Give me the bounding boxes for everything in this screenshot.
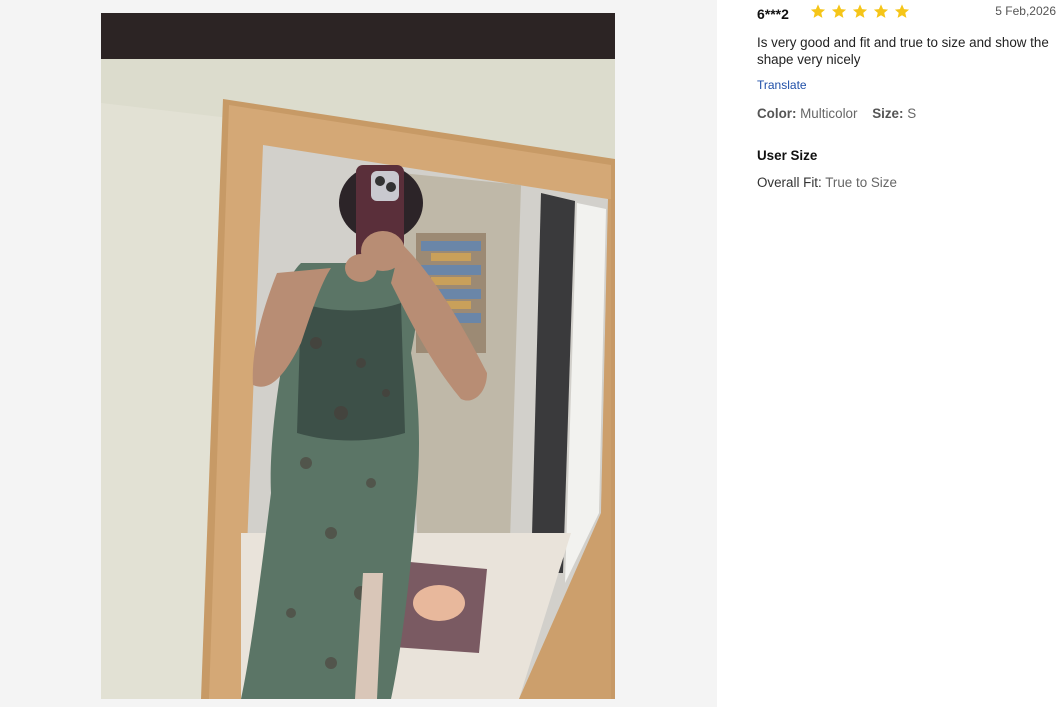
star-icon (873, 4, 889, 18)
translate-link[interactable]: Translate (757, 78, 807, 92)
color-value: Multicolor (800, 106, 858, 121)
overall-fit-label: Overall Fit: (757, 175, 822, 190)
star-icon (831, 4, 847, 18)
size-label: Size: (872, 106, 904, 121)
review-header: 6***2 5 Feb,2026 (757, 0, 1057, 26)
review-photo[interactable] (101, 13, 615, 699)
star-icon (894, 4, 910, 18)
purchase-attributes: Color: Multicolor Size: S (757, 106, 916, 121)
user-size-title: User Size (757, 148, 818, 163)
star-icon (810, 4, 826, 18)
size-attribute: Size: S (872, 106, 916, 121)
reviewer-name: 6***2 (757, 6, 789, 22)
overall-fit-value: True to Size (825, 175, 897, 190)
color-label: Color: (757, 106, 797, 121)
star-rating (809, 3, 911, 20)
review-date: 5 Feb,2026 (995, 4, 1056, 18)
review-text: Is very good and fit and true to size an… (757, 35, 1049, 67)
review-card: 6***2 5 Feb,2026 Is very good and fit an… (757, 0, 1057, 190)
size-value: S (907, 106, 917, 121)
overall-fit: Overall Fit: True to Size (757, 175, 897, 190)
mirror-selfie-image (101, 13, 615, 699)
review-photo-panel (0, 0, 717, 707)
star-icon (852, 4, 868, 18)
color-attribute: Color: Multicolor (757, 106, 857, 121)
